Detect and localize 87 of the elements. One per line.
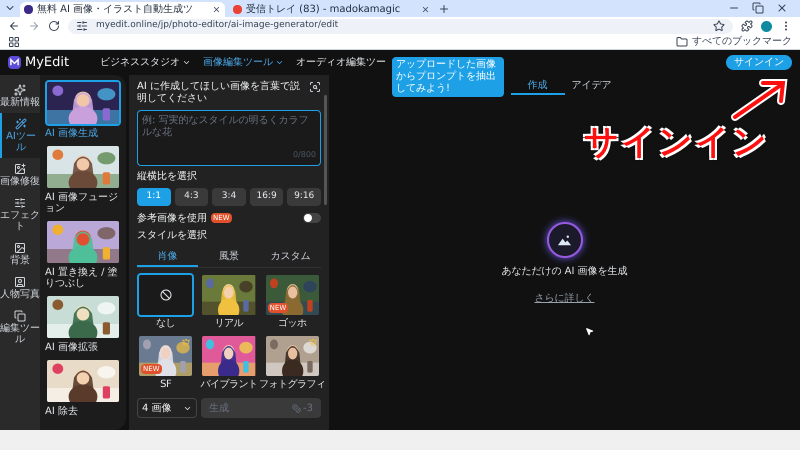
image-prompt-icon[interactable]: [309, 81, 321, 93]
logo-icon: [8, 56, 21, 69]
cursor-icon: [585, 327, 594, 336]
bookmarks-folder[interactable]: すべてのブックマーク: [676, 36, 792, 48]
back-icon[interactable]: [8, 20, 20, 32]
caret-icon: [182, 58, 191, 67]
logo-text[interactable]: MyEdit: [25, 52, 70, 72]
style-label: スタイルを選択: [137, 230, 208, 242]
aspect-option[interactable]: 9:16: [287, 188, 321, 206]
aspect-label: 縦横比を選択: [137, 171, 198, 183]
tooltip: アップロードした画像からプロンプトを抽出してみよう!: [392, 57, 504, 97]
close-icon[interactable]: [776, 2, 788, 14]
browser-tab[interactable]: 受信トレイ (83) - madokamagic: [229, 2, 434, 17]
extensions-icon[interactable]: [741, 20, 753, 32]
image-count-select[interactable]: 4 画像: [137, 398, 197, 418]
sidebar-item[interactable]: 人物写真: [0, 271, 40, 305]
aspect-option[interactable]: 3:4: [212, 188, 246, 206]
style-tab[interactable]: 肖像: [137, 247, 198, 267]
site-icon: [233, 5, 242, 14]
style-name: リアル: [214, 318, 244, 330]
sidebar-item[interactable]: AIツール: [0, 113, 40, 158]
sidebar-item[interactable]: 最新情報: [0, 79, 40, 113]
tool-icon: [14, 310, 26, 322]
tab-title: 受信トレイ (83) - madokamagic: [246, 4, 402, 14]
style-name: バイブラント: [200, 379, 258, 391]
sidebar-item[interactable]: 編集ツール: [0, 305, 40, 350]
empty-state-title: あなただけの AI 画像を生成: [501, 264, 628, 279]
aspect-option[interactable]: 4:3: [174, 188, 208, 206]
tool-label: AI 除去: [45, 406, 79, 417]
sidebar-item[interactable]: エフェクト: [0, 192, 40, 237]
style-tab[interactable]: 風景: [198, 247, 260, 267]
tool-icon: [14, 197, 26, 209]
character-counter: 0/800: [292, 149, 316, 161]
none-icon: [160, 289, 172, 301]
nav-menu[interactable]: ビジネススタジオ: [100, 55, 191, 70]
nav-menu[interactable]: 画像編集ツール: [203, 55, 284, 70]
tool-icon: [14, 84, 26, 96]
tool-label: AI 画像フュージョン: [45, 192, 119, 214]
style-tab[interactable]: カスタム: [260, 247, 321, 267]
nav-menu[interactable]: オーディオ編集ツー: [296, 55, 386, 70]
tool-icon: [14, 276, 26, 288]
learn-more-link[interactable]: さらに詳しく: [534, 291, 594, 306]
forward-icon[interactable]: [28, 20, 40, 32]
style-name: ゴッホ: [278, 318, 307, 330]
reference-label: 参考画像を使用: [137, 212, 207, 226]
new-tab-icon[interactable]: [438, 3, 450, 15]
tool-card[interactable]: AI 画像フュージョン: [45, 144, 121, 214]
tab-title: 無料 AI 画像・イラスト自動生成ツ: [37, 4, 194, 14]
tool-card[interactable]: AI 除去: [45, 358, 121, 417]
url-text: myedit.online/jp/photo-editor/ai-image-generator/edit: [96, 19, 338, 32]
style-name: なし: [156, 318, 176, 330]
aspect-option[interactable]: 16:9: [250, 188, 284, 206]
tool-icon: [14, 242, 26, 254]
tool-label: AI 画像生成: [45, 128, 99, 139]
restore-icon[interactable]: [752, 2, 764, 14]
address-bar[interactable]: myedit.online/jp/photo-editor/ai-image-generator/edit: [68, 18, 733, 34]
annotation-text: サインイン: [584, 121, 769, 164]
tool-icon: [15, 118, 27, 130]
tool-card[interactable]: AI 置き換え / 塗りつぶし: [45, 219, 121, 289]
site-icon: [24, 5, 33, 14]
style-name: フォトグラフィ: [259, 379, 326, 391]
folder-icon: [676, 36, 688, 48]
close-icon[interactable]: [421, 5, 430, 14]
tool-card[interactable]: AI 画像拡張: [45, 294, 121, 353]
tool-label: AI 画像拡張: [45, 342, 99, 353]
apps-icon[interactable]: [8, 36, 20, 48]
close-icon[interactable]: [212, 5, 221, 14]
credit-cost: -3: [303, 402, 313, 416]
profile-avatar[interactable]: [761, 20, 772, 32]
browser-tab[interactable]: 無料 AI 画像・イラスト自動生成ツ: [20, 2, 225, 17]
main-tab[interactable]: アイデア: [564, 77, 618, 95]
reference-toggle[interactable]: [303, 213, 321, 223]
image-icon: [546, 222, 582, 258]
tool-icon: [14, 163, 26, 175]
credit-icon: [292, 404, 302, 412]
sidebar-item[interactable]: 背景: [0, 237, 40, 271]
bookmark-star-icon[interactable]: [713, 20, 725, 32]
prompt-label: AI に作成してほしい画像を言葉で説明してください: [137, 81, 301, 105]
caret-icon: [275, 58, 284, 67]
main-tab[interactable]: 作成: [510, 77, 564, 95]
style-name: SF: [160, 379, 172, 391]
sidebar-item[interactable]: 画像修復: [0, 158, 40, 192]
tool-label: AI 置き換え / 塗りつぶし: [45, 267, 119, 289]
style-option[interactable]: リアル: [200, 273, 258, 330]
style-option[interactable]: バイブラント: [200, 334, 258, 391]
reload-icon[interactable]: [48, 20, 60, 32]
site-info-icon[interactable]: [76, 20, 88, 32]
